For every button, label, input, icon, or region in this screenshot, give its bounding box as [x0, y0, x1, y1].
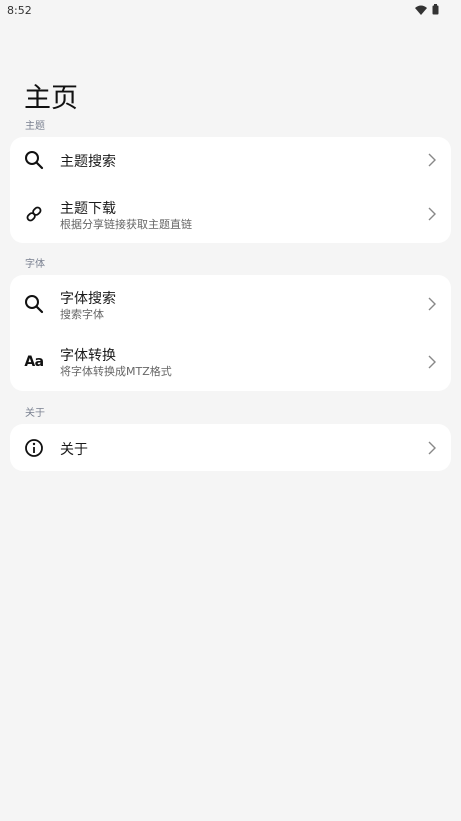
status-icons — [415, 4, 439, 15]
about-item[interactable]: 关于 — [10, 424, 451, 471]
theme-download-title: 主题下载 — [60, 201, 116, 217]
chevron-right-icon — [428, 441, 436, 455]
section-title-theme: 主题 — [25, 121, 45, 132]
theme-download-item[interactable]: 主题下载 根据分享链接获取主题直链 — [10, 187, 451, 243]
chevron-right-icon — [428, 153, 436, 167]
font-search-title: 字体搜索 — [60, 291, 116, 307]
about-card: 关于 — [10, 424, 451, 471]
search-icon — [24, 150, 44, 170]
font-convert-subtitle: 将字体转换成MTZ格式 — [60, 365, 172, 378]
search-icon — [24, 294, 44, 314]
info-icon — [24, 438, 44, 458]
status-bar: 8:52 — [0, 0, 461, 22]
chevron-right-icon — [428, 207, 436, 221]
theme-download-subtitle: 根据分享链接获取主题直链 — [60, 218, 192, 231]
font-convert-item[interactable]: Aa 字体转换 将字体转换成MTZ格式 — [10, 333, 451, 391]
section-title-font: 字体 — [25, 259, 45, 270]
font-card: 字体搜索 搜索字体 Aa 字体转换 将字体转换成MTZ格式 — [10, 275, 451, 391]
font-search-item[interactable]: 字体搜索 搜索字体 — [10, 275, 451, 333]
theme-search-title: 主题搜索 — [60, 154, 116, 170]
chevron-right-icon — [428, 297, 436, 311]
section-title-about: 关于 — [25, 408, 45, 419]
about-title: 关于 — [60, 442, 88, 458]
theme-search-item[interactable]: 主题搜索 — [10, 137, 451, 183]
page-title: 主页 — [24, 83, 78, 114]
wifi-icon — [415, 5, 427, 15]
font-convert-title: 字体转换 — [60, 348, 116, 364]
battery-icon — [432, 4, 439, 15]
font-icon: Aa — [24, 354, 44, 370]
chevron-right-icon — [428, 355, 436, 369]
theme-card: 主题搜索 主题下载 根据分享链接获取主题直链 — [10, 137, 451, 243]
status-time: 8:52 — [7, 4, 32, 17]
link-icon — [24, 204, 44, 224]
font-search-subtitle: 搜索字体 — [60, 308, 104, 321]
